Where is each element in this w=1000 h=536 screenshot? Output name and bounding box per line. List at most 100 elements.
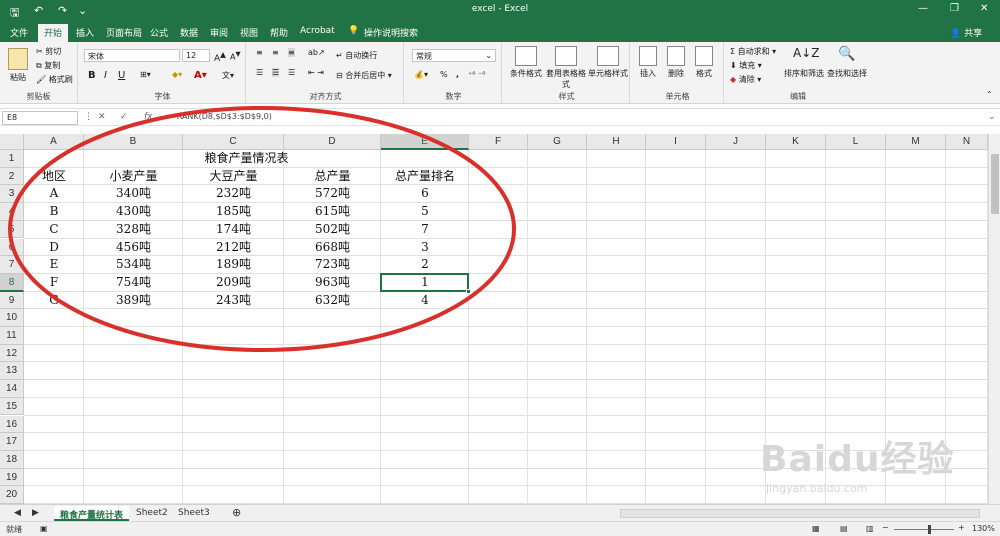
autosum-button[interactable]: Σ 自动求和 ▾	[730, 46, 776, 57]
data-cell[interactable]: 668吨	[284, 239, 381, 257]
horizontal-scrollbar[interactable]	[620, 509, 980, 518]
fill-color-icon[interactable]: ◆▾	[172, 70, 182, 79]
merge-center-button[interactable]: ⊟ 合并后居中 ▾	[336, 70, 392, 81]
data-cell[interactable]: C	[24, 221, 84, 239]
minimize-button[interactable]: —	[918, 3, 928, 14]
insert-cells-button[interactable]: 插入	[634, 46, 662, 79]
shrink-font-icon[interactable]: A▼	[230, 50, 241, 62]
data-cell[interactable]: 7	[381, 221, 469, 239]
row-header-8[interactable]: 8	[0, 273, 24, 292]
data-cell[interactable]: F	[24, 274, 84, 292]
collapse-ribbon-icon[interactable]: ⌃	[986, 90, 993, 99]
fill-button[interactable]: ⬇ 填充 ▾	[730, 60, 762, 71]
delete-cells-button[interactable]: 删除	[662, 46, 690, 79]
comma-button[interactable]: ,	[456, 70, 459, 79]
data-cell[interactable]: 340吨	[84, 185, 183, 203]
fill-handle[interactable]	[466, 288, 471, 294]
macro-record-icon[interactable]: ▣	[40, 524, 48, 533]
borders-icon[interactable]: ⊞▾	[140, 70, 151, 79]
tab-home[interactable]: 开始	[38, 24, 69, 42]
page-layout-view-icon[interactable]: ▤	[840, 524, 848, 533]
clear-button[interactable]: ◆ 清除 ▾	[730, 74, 761, 85]
vertical-scrollbar[interactable]	[988, 134, 1000, 504]
row-header-11[interactable]: 11	[0, 327, 24, 345]
scroll-thumb[interactable]	[991, 154, 999, 214]
tab-view[interactable]: 视图	[240, 26, 258, 39]
tab-insert[interactable]: 插入	[76, 26, 94, 39]
column-header-g[interactable]: G	[528, 134, 587, 150]
add-sheet-icon[interactable]: ⊕	[226, 504, 247, 519]
tab-acrobat[interactable]: Acrobat	[300, 26, 335, 36]
scroll-right-icon[interactable]: ▶	[26, 506, 45, 521]
sheet-title-cell[interactable]: 粮食产量情况表	[24, 150, 469, 168]
formula-input[interactable]: =RANK(D8,$D$3:$D$9,0)	[170, 112, 272, 121]
restore-button[interactable]: ❐	[950, 3, 959, 14]
data-cell[interactable]: 174吨	[183, 221, 284, 239]
tab-review[interactable]: 审阅	[210, 26, 228, 39]
zoom-slider[interactable]	[894, 529, 954, 530]
align-center-icon[interactable]: ☰	[272, 68, 280, 77]
share-button[interactable]: 👤 共享	[950, 26, 982, 39]
row-header-17[interactable]: 17	[0, 433, 24, 451]
indent-icon[interactable]: ⇤ ⇥	[308, 68, 324, 77]
data-cell[interactable]: 430吨	[84, 203, 183, 221]
data-cell[interactable]: 212吨	[183, 239, 284, 257]
tab-file[interactable]: 文件	[10, 26, 28, 39]
align-top-icon[interactable]: ≡	[256, 48, 263, 57]
row-header-6[interactable]: 6	[0, 238, 24, 257]
align-left-icon[interactable]: ☰	[256, 68, 263, 77]
row-header-10[interactable]: 10	[0, 309, 24, 327]
confirm-entry-icon[interactable]: ✓	[120, 112, 128, 122]
row-header-16[interactable]: 16	[0, 415, 24, 434]
cell-styles-button[interactable]: 单元格样式	[586, 46, 630, 79]
tell-me-search[interactable]: 操作说明搜索	[364, 26, 418, 39]
column-header-n[interactable]: N	[946, 134, 988, 150]
sheet-tab-grain[interactable]: 粮食产量统计表	[54, 506, 130, 521]
format-cells-button[interactable]: 格式	[690, 46, 718, 79]
tab-page-layout[interactable]: 页面布局	[106, 26, 142, 39]
sort-filter-button[interactable]: A↓Z 排序和筛选	[784, 46, 824, 79]
tab-formulas[interactable]: 公式	[150, 26, 168, 39]
percent-button[interactable]: %	[440, 70, 448, 79]
data-cell[interactable]: D	[24, 239, 84, 257]
data-cell[interactable]: 723吨	[284, 256, 381, 274]
data-cell[interactable]: A	[24, 185, 84, 203]
column-header-e[interactable]: E	[381, 134, 469, 150]
data-cell[interactable]: 243吨	[183, 292, 284, 310]
data-cell[interactable]: 2	[381, 256, 469, 274]
find-select-button[interactable]: 🔍 查找和选择	[826, 46, 868, 79]
data-cell[interactable]: 615吨	[284, 203, 381, 221]
data-cell[interactable]: B	[24, 203, 84, 221]
header-cell[interactable]: 总产量排名	[381, 168, 469, 186]
font-size-box[interactable]: 12	[182, 49, 210, 62]
tab-help[interactable]: 帮助	[270, 26, 288, 39]
data-cell[interactable]: 189吨	[183, 256, 284, 274]
row-header-13[interactable]: 13	[0, 362, 24, 381]
data-cell[interactable]: 534吨	[84, 256, 183, 274]
column-header-l[interactable]: L	[826, 134, 886, 150]
data-cell[interactable]: 456吨	[84, 239, 183, 257]
row-header-20[interactable]: 20	[0, 486, 24, 504]
row-header-3[interactable]: 3	[0, 185, 24, 204]
data-cell[interactable]: 209吨	[183, 274, 284, 292]
data-cell[interactable]: 502吨	[284, 221, 381, 239]
format-painter-button[interactable]: 🖌 格式刷	[36, 74, 73, 85]
zoom-level[interactable]: 130%	[972, 524, 995, 533]
row-header-5[interactable]: 5	[0, 220, 24, 239]
bold-button[interactable]: B	[88, 70, 96, 81]
data-cell[interactable]: 963吨	[284, 274, 381, 292]
align-right-icon[interactable]: ☰	[288, 68, 295, 77]
column-header-j[interactable]: J	[706, 134, 766, 150]
header-cell[interactable]: 地区	[24, 168, 84, 186]
row-header-14[interactable]: 14	[0, 380, 24, 398]
close-button[interactable]: ✕	[980, 3, 988, 14]
zoom-out-icon[interactable]: −	[882, 523, 889, 532]
header-cell[interactable]: 大豆产量	[183, 168, 284, 186]
phonetic-icon[interactable]: 文▾	[222, 70, 234, 81]
wrap-text-button[interactable]: ↵ 自动换行	[336, 50, 377, 61]
orientation-icon[interactable]: ab↗	[308, 48, 325, 57]
copy-button[interactable]: ⧉ 复制	[36, 60, 60, 71]
data-cell[interactable]: 328吨	[84, 221, 183, 239]
data-cell[interactable]: 5	[381, 203, 469, 221]
number-format-box[interactable]: 常规 ⌄	[412, 49, 496, 62]
